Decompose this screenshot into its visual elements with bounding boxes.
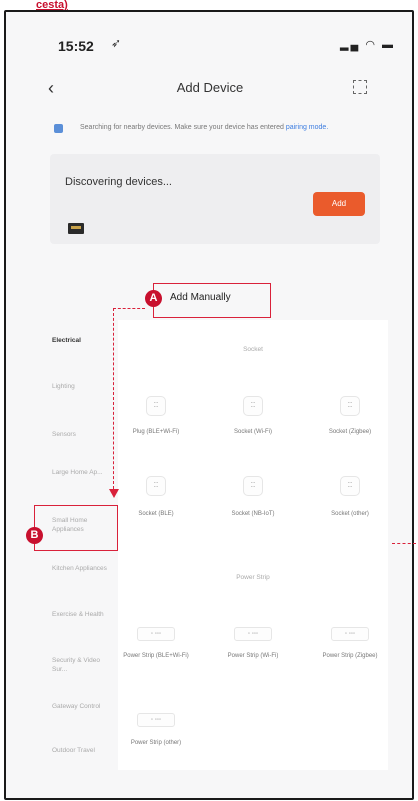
callout-badge-b: B bbox=[26, 527, 43, 544]
pairing-mode-link[interactable]: pairing mode. bbox=[286, 124, 328, 131]
sidebar-item-security[interactable]: Security & Video Sur... bbox=[52, 656, 114, 674]
socket-icon[interactable]: ⁚⁚ bbox=[146, 476, 166, 496]
status-time: 15:52 bbox=[58, 38, 94, 54]
socket-icon[interactable]: ⁚⁚ bbox=[243, 476, 263, 496]
discovering-title: Discovering devices... bbox=[65, 176, 172, 188]
sidebar-item-electrical[interactable]: Electrical bbox=[52, 336, 114, 345]
callout-box-b bbox=[34, 505, 118, 551]
battery-icon: ▬ bbox=[382, 39, 395, 51]
location-arrow-icon: ➶ bbox=[111, 36, 122, 50]
info-icon bbox=[54, 124, 63, 133]
hint-text: Searching for nearby devices. Make sure … bbox=[80, 124, 284, 131]
power-strip-icon[interactable]: ▫ ▫▫▫ bbox=[331, 627, 369, 641]
device-label[interactable]: Socket (other) bbox=[315, 510, 385, 518]
device-label[interactable]: Plug (BLE+Wi-Fi) bbox=[121, 428, 191, 436]
signal-icon: ▂▄ bbox=[340, 39, 361, 51]
status-icons: ▂▄ ◠ ▬ bbox=[340, 38, 395, 51]
device-label[interactable]: Socket (NB-IoT) bbox=[218, 510, 288, 518]
power-strip-icon[interactable]: ▫ ▫▫▫ bbox=[137, 713, 175, 727]
power-strip-icon[interactable]: ▫ ▫▫▫ bbox=[234, 627, 272, 641]
socket-icon[interactable]: ⁚⁚ bbox=[340, 476, 360, 496]
device-label[interactable]: Socket (Wi-Fi) bbox=[218, 428, 288, 436]
discovered-device-icon[interactable] bbox=[68, 223, 84, 234]
power-strip-icon[interactable]: ▫ ▫▫▫ bbox=[137, 627, 175, 641]
callout-connector bbox=[113, 308, 114, 489]
device-label[interactable]: Power Strip (other) bbox=[121, 739, 191, 747]
wifi-icon: ◠ bbox=[365, 39, 377, 51]
device-label[interactable]: Power Strip (Zigbee) bbox=[315, 652, 385, 660]
back-button[interactable]: ‹ bbox=[48, 78, 54, 99]
section-title-socket: Socket bbox=[243, 346, 263, 353]
device-grid: Socket ⁚⁚ Plug (BLE+Wi-Fi) ⁚⁚ Socket (Wi… bbox=[118, 320, 388, 770]
callout-badge-a: A bbox=[145, 290, 162, 307]
sidebar-item-large-home[interactable]: Large Home Ap... bbox=[52, 468, 114, 477]
add-discovered-button[interactable]: Add bbox=[313, 192, 365, 216]
socket-icon[interactable]: ⁚⁚ bbox=[340, 396, 360, 416]
device-label[interactable]: Power Strip (Wi-Fi) bbox=[218, 652, 288, 660]
sidebar-item-lighting[interactable]: Lighting bbox=[52, 382, 114, 391]
sidebar-item-kitchen[interactable]: Kitchen Appliances bbox=[52, 564, 114, 573]
device-label[interactable]: Power Strip (BLE+Wi-Fi) bbox=[121, 652, 191, 660]
sidebar-item-outdoor[interactable]: Outdoor Travel bbox=[52, 746, 114, 755]
callout-connector bbox=[392, 543, 416, 544]
sidebar-item-gateway[interactable]: Gateway Control bbox=[52, 702, 114, 711]
sidebar-item-sensors[interactable]: Sensors bbox=[52, 430, 114, 439]
page-title: Add Device bbox=[176, 80, 244, 95]
socket-icon[interactable]: ⁚⁚ bbox=[243, 396, 263, 416]
scan-icon[interactable] bbox=[353, 80, 367, 94]
sidebar-item-exercise[interactable]: Exercise & Health bbox=[52, 610, 114, 619]
device-label[interactable]: Socket (Zigbee) bbox=[315, 428, 385, 436]
callout-connector bbox=[113, 308, 145, 309]
socket-icon[interactable]: ⁚⁚ bbox=[146, 396, 166, 416]
add-manually-label[interactable]: Add Manually bbox=[170, 292, 231, 303]
device-label[interactable]: Socket (BLE) bbox=[121, 510, 191, 518]
chevron-left-icon: ‹ bbox=[48, 78, 54, 98]
section-title-power-strip: Power Strip bbox=[236, 574, 270, 581]
search-hint: Searching for nearby devices. Make sure … bbox=[80, 123, 370, 133]
arrow-down-icon bbox=[109, 489, 119, 498]
